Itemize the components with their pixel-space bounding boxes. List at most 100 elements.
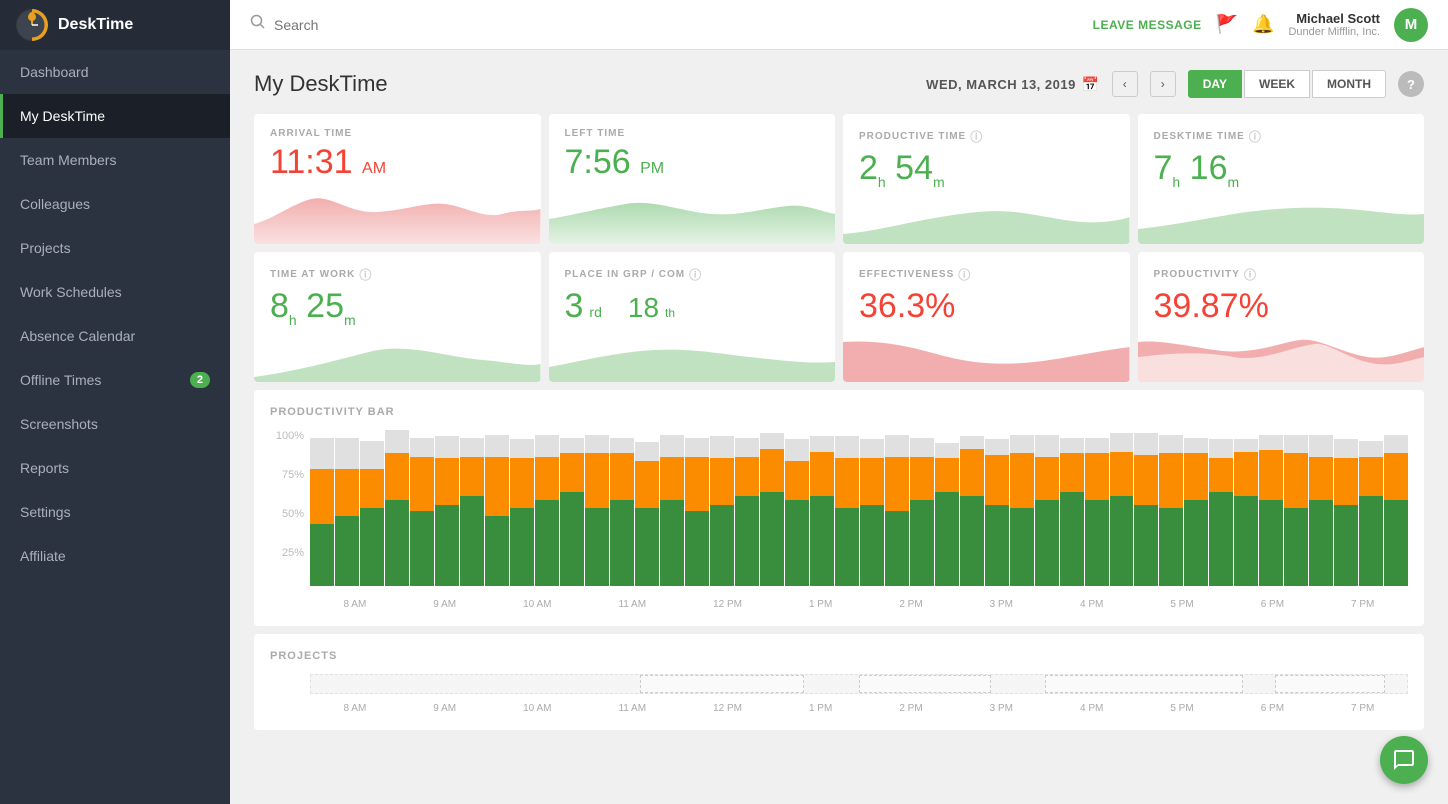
- stat-desktime-chart: [1138, 184, 1425, 244]
- sidebar-item-absence-calendar[interactable]: Absence Calendar: [0, 314, 230, 358]
- place-in-grp-info-icon: ⓘ: [689, 266, 702, 283]
- bar-group: [1234, 430, 1258, 586]
- sidebar-item-screenshots[interactable]: Screenshots: [0, 402, 230, 446]
- bar-group: [785, 430, 809, 586]
- page-content: My DeskTime WED, MARCH 13, 2019 📅 ‹ › DA…: [230, 50, 1448, 804]
- nav-menu: Dashboard My DeskTime Team Members Colle…: [0, 50, 230, 578]
- search-input[interactable]: [274, 17, 474, 33]
- stat-place-in-grp-chart: [549, 322, 836, 382]
- bar-group: [585, 430, 609, 586]
- productive-info-icon: ⓘ: [970, 128, 983, 145]
- header-controls: WED, MARCH 13, 2019 📅 ‹ › DAY WEEK MONTH…: [926, 70, 1424, 98]
- avatar[interactable]: M: [1394, 8, 1428, 42]
- stat-time-at-work-chart: [254, 322, 541, 382]
- user-company: Dunder Mifflin, Inc.: [1288, 26, 1380, 38]
- view-buttons: DAY WEEK MONTH: [1188, 70, 1386, 98]
- bar-group: [385, 430, 409, 586]
- effectiveness-info-icon: ⓘ: [958, 266, 971, 283]
- bell-icon[interactable]: 🔔: [1252, 14, 1274, 35]
- sidebar-item-projects[interactable]: Projects: [0, 226, 230, 270]
- stat-place-in-grp: PLACE IN GRP / COM ⓘ 3 rd 18 th: [549, 252, 836, 382]
- sidebar-item-settings[interactable]: Settings: [0, 490, 230, 534]
- desktime-info-icon: ⓘ: [1249, 128, 1262, 145]
- bar-group: [1085, 430, 1109, 586]
- bar-group: [360, 430, 384, 586]
- stat-arrival-chart: [254, 184, 541, 244]
- sidebar-item-offline-times[interactable]: Offline Times 2: [0, 358, 230, 402]
- app-name: DeskTime: [58, 16, 133, 34]
- bar-group: [685, 430, 709, 586]
- bar-group: [1060, 430, 1084, 586]
- productivity-info-icon: ⓘ: [1244, 266, 1257, 283]
- stat-arrival-value: 11:31 AM: [270, 143, 525, 182]
- chat-fab[interactable]: [1380, 736, 1428, 784]
- bar-group: [710, 430, 734, 586]
- view-month-button[interactable]: MONTH: [1312, 70, 1386, 98]
- prev-date-button[interactable]: ‹: [1112, 71, 1138, 97]
- bar-group: [560, 430, 584, 586]
- offline-times-badge: 2: [190, 372, 210, 388]
- sidebar-item-my-desktime[interactable]: My DeskTime: [0, 94, 230, 138]
- topbar-right: LEAVE MESSAGE 🚩 🔔 Michael Scott Dunder M…: [1093, 8, 1428, 42]
- topbar: LEAVE MESSAGE 🚩 🔔 Michael Scott Dunder M…: [230, 0, 1448, 50]
- bar-group: [910, 430, 934, 586]
- stat-productivity-label: PRODUCTIVITY ⓘ: [1154, 266, 1409, 283]
- sidebar-item-colleagues[interactable]: Colleagues: [0, 182, 230, 226]
- next-date-button[interactable]: ›: [1150, 71, 1176, 97]
- time-at-work-info-icon: ⓘ: [359, 266, 372, 283]
- productivity-bar-title: PRODUCTIVITY BAR: [270, 406, 1408, 418]
- bar-group: [510, 430, 534, 586]
- projects-title: PROJECTS: [270, 650, 1408, 662]
- stats-row-2: TIME AT WORK ⓘ 8h 25m PLACE IN GRP / COM…: [254, 252, 1424, 382]
- sidebar-item-work-schedules[interactable]: Work Schedules: [0, 270, 230, 314]
- stat-effectiveness: EFFECTIVENESS ⓘ 36.3%: [843, 252, 1130, 382]
- stat-productive-chart: [843, 184, 1130, 244]
- main-content: LEAVE MESSAGE 🚩 🔔 Michael Scott Dunder M…: [230, 0, 1448, 804]
- stat-place-in-grp-label: PLACE IN GRP / COM ⓘ: [565, 266, 820, 283]
- bar-group: [810, 430, 834, 586]
- stats-row-1: ARRIVAL TIME 11:31 AM: [254, 114, 1424, 244]
- bar-group: [935, 430, 959, 586]
- bar-group: [485, 430, 509, 586]
- sidebar-item-team-members[interactable]: Team Members: [0, 138, 230, 182]
- bar-group: [960, 430, 984, 586]
- stat-productivity-value: 39.87%: [1154, 287, 1409, 326]
- help-button[interactable]: ?: [1398, 71, 1424, 97]
- bar-group: [1010, 430, 1034, 586]
- stat-arrival-time: ARRIVAL TIME 11:31 AM: [254, 114, 541, 244]
- projects-chart-area: 8 AM9 AM10 AM11 AM 12 PM1 PM2 PM3 PM 4 P…: [270, 674, 1408, 714]
- bar-group: [335, 430, 359, 586]
- bar-group: [885, 430, 909, 586]
- bar-group: [1359, 430, 1383, 586]
- bar-group: [310, 430, 334, 586]
- bar-group: [1134, 430, 1158, 586]
- view-week-button[interactable]: WEEK: [1244, 70, 1310, 98]
- flag-icon[interactable]: 🚩: [1216, 14, 1238, 35]
- sidebar-item-dashboard[interactable]: Dashboard: [0, 50, 230, 94]
- projects-bar-area: [310, 674, 1408, 694]
- page-title: My DeskTime: [254, 71, 388, 97]
- bar-group: [460, 430, 484, 586]
- bar-group: [1384, 430, 1408, 586]
- leave-message-button[interactable]: LEAVE MESSAGE: [1093, 18, 1202, 32]
- calendar-icon[interactable]: 📅: [1082, 76, 1100, 93]
- stat-arrival-label: ARRIVAL TIME: [270, 128, 525, 139]
- stat-productive-label: PRODUCTIVE TIME ⓘ: [859, 128, 1114, 145]
- prod-bars: [310, 430, 1408, 586]
- stat-place-in-grp-value: 3 rd 18 th: [565, 287, 820, 326]
- sidebar-item-affiliate[interactable]: Affiliate: [0, 534, 230, 578]
- view-day-button[interactable]: DAY: [1188, 70, 1242, 98]
- projects-time-labels: 8 AM9 AM10 AM11 AM 12 PM1 PM2 PM3 PM 4 P…: [310, 703, 1408, 714]
- logo-icon: [16, 9, 48, 41]
- productivity-bar-chart: 100% 75% 50% 25% 8 AM9 AM10 AM11 AM 12 P…: [270, 430, 1408, 610]
- user-name: Michael Scott: [1288, 11, 1380, 26]
- bar-group: [1159, 430, 1183, 586]
- stat-left-chart: [549, 184, 836, 244]
- bar-group: [1259, 430, 1283, 586]
- bar-group: [610, 430, 634, 586]
- sidebar-item-reports[interactable]: Reports: [0, 446, 230, 490]
- stat-productive-time: PRODUCTIVE TIME ⓘ 2h 54m: [843, 114, 1130, 244]
- bar-group: [1284, 430, 1308, 586]
- search-area: [250, 14, 1077, 35]
- logo-area: DeskTime: [0, 0, 230, 50]
